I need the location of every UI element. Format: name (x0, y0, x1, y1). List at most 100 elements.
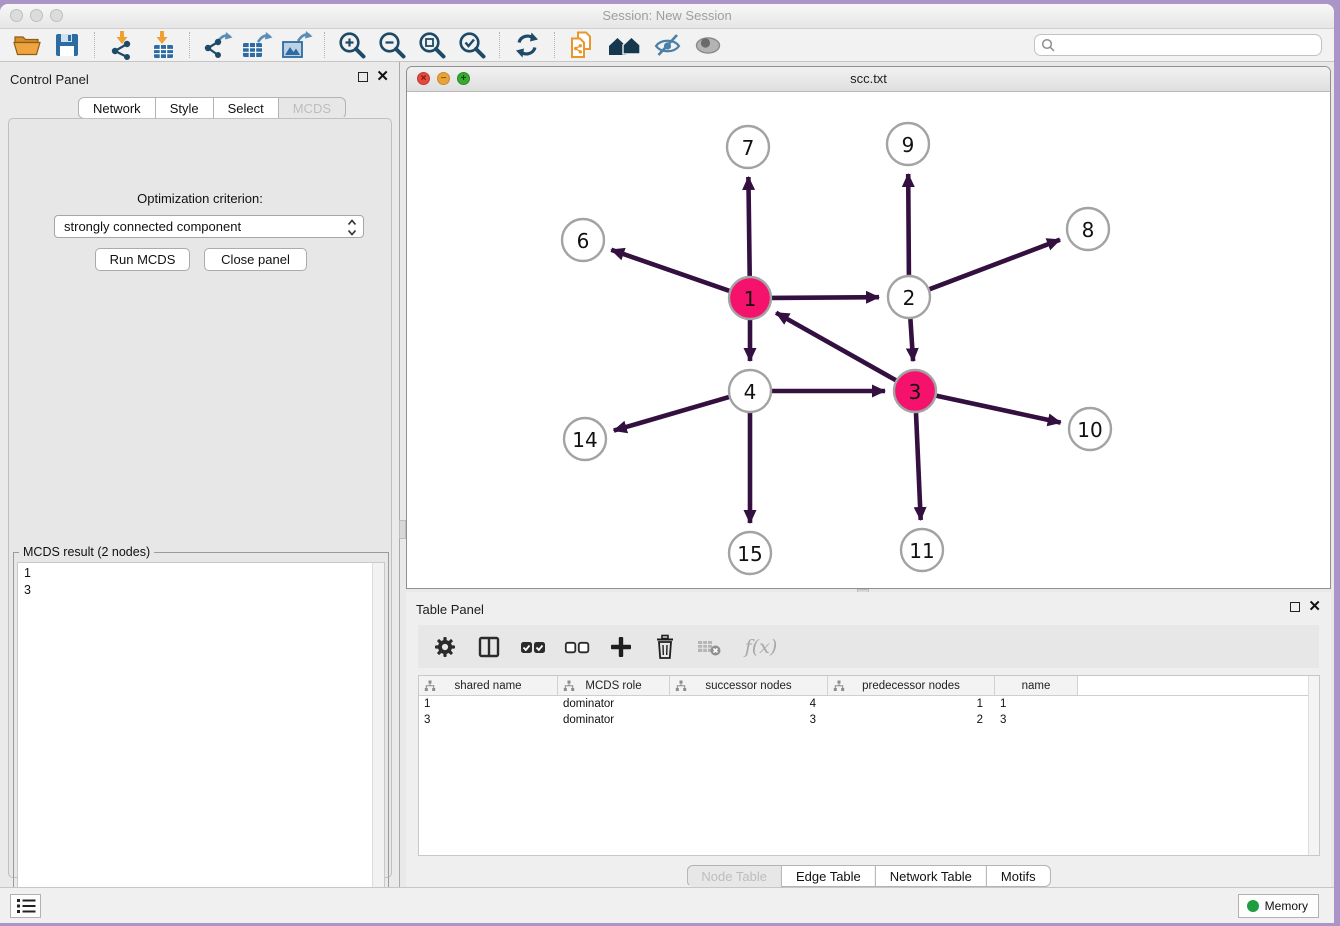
close-panel-icon[interactable]: ✕ (376, 71, 389, 83)
table-tabs: Node TableEdge TableNetwork TableMotifs (686, 865, 1050, 887)
result-scrollbar[interactable] (372, 563, 384, 923)
graph-edge-3-11[interactable] (916, 413, 921, 520)
optimization-criterion-label: Optimization criterion: (9, 191, 391, 206)
network-window-titlebar[interactable]: × − + scc.txt (407, 67, 1330, 92)
graph-edge-2-8[interactable] (930, 240, 1060, 290)
zoom-in-icon[interactable] (335, 30, 369, 60)
zoom-out-icon[interactable] (375, 30, 409, 60)
svg-text:6: 6 (577, 229, 590, 253)
float-panel-icon[interactable] (358, 72, 368, 82)
graph-node-1[interactable]: 1 (729, 277, 771, 319)
table-row[interactable]: 3dominator323 (419, 712, 1319, 728)
control-panel: Control Panel ✕ NetworkStyleSelectMCDS O… (0, 62, 400, 888)
graph-node-2[interactable]: 2 (888, 276, 930, 318)
control-panel-title: Control Panel (10, 72, 89, 87)
tab-network-table[interactable]: Network Table (875, 865, 987, 887)
table-scrollbar[interactable] (1308, 676, 1319, 855)
graph-node-7[interactable]: 7 (727, 126, 769, 168)
tab-mcds[interactable]: MCDS (278, 97, 346, 119)
criterion-select[interactable]: strongly connected component (54, 215, 364, 238)
graph-edge-4-14[interactable] (614, 397, 729, 431)
search-field[interactable] (1034, 34, 1322, 56)
splitter-handle-vertical[interactable] (399, 520, 406, 539)
graph-node-4[interactable]: 4 (729, 370, 771, 412)
table-toolbar: f(x) (418, 625, 1319, 668)
deselect-all-columns-icon[interactable] (562, 632, 592, 662)
task-history-button[interactable] (10, 894, 41, 918)
graph-edge-1-7[interactable] (748, 177, 749, 276)
graph-node-10[interactable]: 10 (1069, 408, 1111, 450)
import-table-icon[interactable] (145, 30, 179, 60)
show-columns-icon[interactable] (474, 632, 504, 662)
graph-edge-1-6[interactable] (611, 250, 729, 291)
network-view-window: × − + scc.txt 7 9 6 8 1 2 4 3 14 10 15 11 (406, 66, 1331, 589)
task-list-icon (16, 897, 36, 915)
svg-text:7: 7 (742, 136, 755, 160)
graph-node-14[interactable]: 14 (564, 418, 606, 460)
export-table-icon[interactable] (240, 30, 274, 60)
column-header-name[interactable]: name (995, 676, 1078, 695)
search-input[interactable] (1059, 37, 1315, 53)
graph-node-8[interactable]: 8 (1067, 208, 1109, 250)
graph-node-6[interactable]: 6 (562, 219, 604, 261)
float-table-panel-icon[interactable] (1290, 602, 1300, 612)
graph-node-11[interactable]: 11 (901, 529, 943, 571)
clone-network-icon[interactable] (565, 30, 599, 60)
toolbar-separator (324, 32, 326, 58)
zoom-selected-icon[interactable] (455, 30, 489, 60)
network-canvas[interactable]: 7 9 6 8 1 2 4 3 14 10 15 11 (407, 91, 1330, 588)
mcds-result-box: MCDS result (2 nodes) 1 3 (13, 552, 389, 923)
svg-text:2: 2 (903, 286, 916, 310)
save-session-icon[interactable] (50, 30, 84, 60)
zoom-fit-icon[interactable] (415, 30, 449, 60)
main-toolbar (0, 29, 1334, 62)
tab-motifs[interactable]: Motifs (986, 865, 1051, 887)
table-row[interactable]: 1dominator411 (419, 696, 1319, 712)
control-panel-tabs: NetworkStyleSelectMCDS (78, 97, 346, 119)
run-mcds-button[interactable]: Run MCDS (95, 248, 190, 271)
delete-columns-icon[interactable] (650, 632, 680, 662)
graph-node-9[interactable]: 9 (887, 123, 929, 165)
select-all-columns-icon[interactable] (518, 632, 548, 662)
tab-select[interactable]: Select (213, 97, 279, 119)
refresh-view-icon[interactable] (510, 30, 544, 60)
mcds-result-text: 1 3 (18, 563, 372, 923)
search-icon (1041, 38, 1055, 52)
graph-edge-3-1[interactable] (776, 313, 896, 381)
open-session-icon[interactable] (10, 30, 44, 60)
tab-edge-table[interactable]: Edge Table (781, 865, 876, 887)
memory-button[interactable]: Memory (1238, 894, 1319, 918)
close-panel-button[interactable]: Close panel (204, 248, 307, 271)
graph-node-15[interactable]: 15 (729, 532, 771, 574)
tab-node-table[interactable]: Node Table (686, 865, 782, 887)
graph-edge-2-3[interactable] (910, 319, 913, 361)
table-panel-title: Table Panel (416, 602, 484, 617)
create-column-icon[interactable] (606, 632, 636, 662)
function-builder-icon[interactable]: f(x) (738, 632, 784, 662)
toolbar-separator (94, 32, 96, 58)
hide-selected-icon[interactable] (651, 30, 685, 60)
graph-edge-1-2[interactable] (772, 297, 879, 298)
graph-edge-2-9[interactable] (908, 174, 909, 275)
export-image-icon[interactable] (280, 30, 314, 60)
column-header-predecessor-nodes[interactable]: predecessor nodes (828, 676, 995, 695)
tab-network[interactable]: Network (78, 97, 156, 119)
first-neighbors-icon[interactable] (605, 30, 645, 60)
memory-status-icon (1247, 900, 1259, 912)
column-header-MCDS-role[interactable]: MCDS role (558, 676, 670, 695)
table-panel: Table Panel ✕ (406, 592, 1331, 888)
column-header-successor-nodes[interactable]: successor nodes (670, 676, 828, 695)
svg-text:11: 11 (909, 539, 934, 563)
column-header-shared-name[interactable]: shared name (419, 676, 558, 695)
export-network-icon[interactable] (200, 30, 234, 60)
graph-node-3[interactable]: 3 (894, 370, 936, 412)
svg-text:3: 3 (909, 380, 922, 404)
delete-table-icon[interactable] (694, 632, 724, 662)
show-all-icon[interactable] (691, 30, 725, 60)
svg-text:9: 9 (902, 133, 915, 157)
table-settings-icon[interactable] (430, 632, 460, 662)
tab-style[interactable]: Style (155, 97, 214, 119)
graph-edge-3-10[interactable] (937, 396, 1061, 423)
import-network-icon[interactable] (105, 30, 139, 60)
close-table-panel-icon[interactable]: ✕ (1308, 601, 1321, 613)
